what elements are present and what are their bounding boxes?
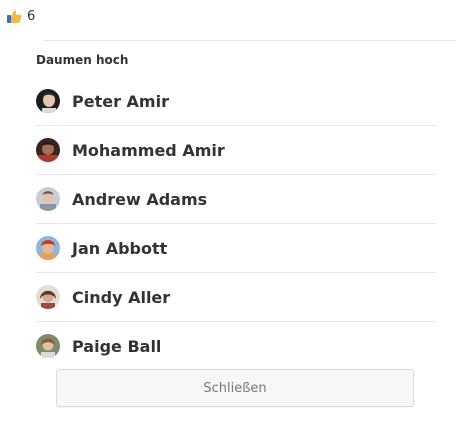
list-item[interactable]: Jan Abbott — [36, 224, 436, 273]
avatar — [36, 236, 60, 260]
avatar — [36, 89, 60, 113]
reactions-page: 6 Daumen hoch Peter Amir Mohammed Amir A… — [0, 0, 460, 422]
reaction-summary[interactable]: 6 — [6, 8, 35, 25]
list-item[interactable]: Peter Amir — [36, 77, 436, 126]
user-name: Mohammed Amir — [72, 140, 225, 160]
list-item[interactable]: Mohammed Amir — [36, 126, 436, 175]
thumbs-up-icon — [6, 8, 23, 25]
avatar — [36, 285, 60, 309]
list-item[interactable]: Cindy Aller — [36, 273, 436, 322]
reaction-title: Daumen hoch — [36, 53, 129, 67]
list-item[interactable]: Andrew Adams — [36, 175, 436, 224]
avatar — [36, 187, 60, 211]
user-name: Cindy Aller — [72, 287, 171, 307]
user-name: Paige Ball — [72, 336, 162, 356]
user-name: Peter Amir — [72, 91, 169, 111]
divider — [43, 40, 456, 41]
list-item[interactable]: Paige Ball — [36, 322, 436, 370]
close-button[interactable]: Schließen — [56, 369, 414, 407]
user-name: Andrew Adams — [72, 189, 208, 209]
avatar — [36, 138, 60, 162]
reactions-popover: Daumen hoch Peter Amir Mohammed Amir And… — [0, 27, 460, 422]
avatar — [36, 334, 60, 358]
user-name: Jan Abbott — [72, 238, 168, 258]
reaction-count: 6 — [27, 9, 36, 24]
user-list: Peter Amir Mohammed Amir Andrew Adams Ja… — [36, 77, 436, 370]
